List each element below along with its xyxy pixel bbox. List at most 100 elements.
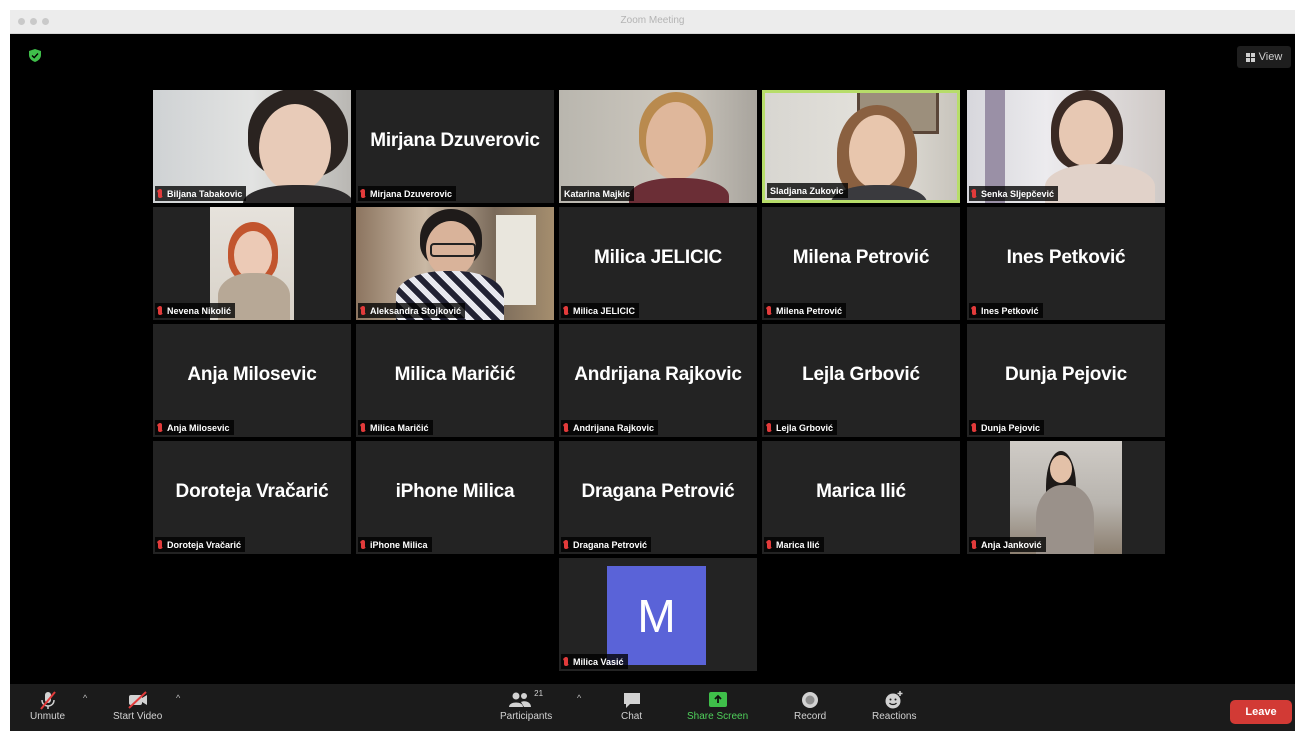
participant-display-name: Anja Milosevic [187, 364, 317, 385]
participant-tile[interactable]: Marica Ilić Marica Ilić [762, 441, 960, 554]
participant-name-label: Anja Milosevic [155, 420, 234, 435]
participant-name: Biljana Tabakovic [167, 188, 243, 199]
chat-button[interactable]: Chat [621, 689, 642, 722]
participant-tile[interactable]: Milena Petrović Milena Petrović [762, 207, 960, 320]
mic-muted-icon [972, 540, 976, 549]
record-label: Record [794, 711, 827, 722]
participant-display-name: Dragana Petrović [581, 481, 735, 502]
participant-name: Senka Sljepčević [981, 188, 1055, 199]
participant-display-name: Milena Petrović [792, 247, 930, 268]
participants-count: 21 [534, 689, 544, 698]
unmute-label: Unmute [30, 711, 66, 722]
mic-muted-icon [564, 306, 568, 315]
chat-bubble-icon [623, 693, 640, 708]
mic-muted-icon [564, 423, 568, 432]
share-screen-button[interactable]: Share Screen [687, 689, 748, 722]
mic-muted-icon [158, 423, 162, 432]
participant-tile[interactable]: Milica JELICIC Milica JELICIC [559, 207, 757, 320]
participant-name: Dunja Pejovic [981, 422, 1041, 433]
participants-button[interactable]: 21 Participants [500, 689, 552, 722]
participant-name-label: Dunja Pejovic [969, 420, 1045, 435]
reactions-button[interactable]: Reactions [872, 689, 916, 722]
shield-icon[interactable] [29, 49, 41, 62]
participant-tile[interactable]: Lejla Grbović Lejla Grbović [762, 324, 960, 437]
mic-muted-icon [158, 540, 162, 549]
participant-name: Sladjana Zukovic [770, 185, 844, 196]
participant-tile[interactable]: Doroteja Vračarić Doroteja Vračarić [153, 441, 351, 554]
participant-name: Milica Vasić [573, 656, 624, 667]
participant-display-name: Milica JELICIC [593, 247, 723, 268]
audio-options-chevron-up-icon[interactable]: ^ [83, 693, 87, 703]
participant-name-label: Katarina Majkic [561, 186, 635, 201]
share-screen-label: Share Screen [687, 711, 749, 722]
participants-icon [509, 692, 532, 707]
unmute-button[interactable]: Unmute [30, 689, 65, 722]
participant-name: Milena Petrović [776, 305, 843, 316]
participant-name-label: Anja Janković [969, 537, 1046, 552]
participant-name: Katarina Majkic [564, 188, 631, 199]
video-options-chevron-up-icon[interactable]: ^ [176, 693, 180, 703]
participant-name-label: Biljana Tabakovic [155, 186, 247, 201]
participant-name: Andrijana Rajkovic [573, 422, 655, 433]
participants-options-chevron-up-icon[interactable]: ^ [577, 693, 581, 703]
participant-tile[interactable]: Anja Milosevic Anja Milosevic [153, 324, 351, 437]
participant-tile[interactable]: Ines Petković Ines Petković [967, 207, 1165, 320]
participant-tile[interactable]: Dunja Pejovic Dunja Pejovic [967, 324, 1165, 437]
participant-name: Ines Petković [981, 305, 1039, 316]
participant-tile[interactable]: Anja Janković [967, 441, 1165, 554]
participant-name-label: Milena Petrović [764, 303, 847, 318]
participant-name-label: Dragana Petrović [561, 537, 652, 552]
participants-label: Participants [500, 711, 553, 722]
mic-muted-icon [158, 189, 162, 198]
participant-tile[interactable]: Aleksandra Stojković [356, 207, 554, 320]
participant-display-name: Mirjana Dzuverovic [370, 130, 540, 151]
participant-name-label: Sladjana Zukovic [767, 183, 848, 198]
record-button[interactable]: Record [794, 689, 826, 722]
start-video-button[interactable]: Start Video [113, 689, 162, 722]
participant-tile[interactable]: Senka Sljepčević [967, 90, 1165, 203]
participant-tile[interactable]: M Milica Vasić [559, 558, 757, 671]
mic-muted-icon [361, 540, 365, 549]
window-title: Zoom Meeting [620, 15, 685, 26]
participant-name: Nevena Nikolić [167, 305, 232, 316]
participant-name-label: Lejla Grbović [764, 420, 838, 435]
participant-name-label: Aleksandra Stojković [358, 303, 466, 318]
participant-tile[interactable]: Nevena Nikolić [153, 207, 351, 320]
meeting-stage: View Biljana Tabakovic Mirjana Dzuverovi… [10, 34, 1295, 684]
participant-display-name: Lejla Grbović [802, 364, 920, 385]
participant-tile[interactable]: Milica Maričić Milica Maričić [356, 324, 554, 437]
mic-muted-icon [564, 657, 568, 666]
participant-display-name: Milica Maričić [394, 364, 516, 385]
view-button[interactable]: View [1237, 46, 1291, 68]
participant-name: Aleksandra Stojković [370, 305, 462, 316]
mic-muted-icon [361, 423, 365, 432]
start-video-label: Start Video [113, 711, 163, 722]
participant-tile[interactable]: Biljana Tabakovic [153, 90, 351, 203]
participant-tile[interactable]: Mirjana Dzuverovic Mirjana Dzuverovic [356, 90, 554, 203]
leave-button[interactable]: Leave [1230, 700, 1292, 724]
mic-muted-icon [972, 189, 976, 198]
mic-muted-icon [158, 306, 162, 315]
participant-display-name: Andrijana Rajkovic [574, 364, 742, 385]
participant-tile-active-speaker[interactable]: Sladjana Zukovic [762, 90, 960, 203]
participant-tile[interactable]: iPhone Milica iPhone Milica [356, 441, 554, 554]
participant-name: Doroteja Vračarić [167, 539, 242, 550]
participant-display-name: Doroteja Vračarić [175, 481, 329, 502]
share-screen-icon [708, 692, 727, 707]
participant-name-label: Milica JELICIC [561, 303, 640, 318]
mic-muted-icon [972, 423, 976, 432]
participant-name: Lejla Grbović [776, 422, 834, 433]
reactions-smiley-icon [885, 691, 903, 709]
participant-display-name: iPhone Milica [395, 481, 515, 502]
video-camera-off-icon [127, 691, 147, 709]
mic-muted-icon [767, 423, 771, 432]
participant-avatar: M [607, 566, 706, 665]
mic-muted-icon [972, 306, 976, 315]
participant-tile[interactable]: Katarina Majkic [559, 90, 757, 203]
participant-tile[interactable]: Andrijana Rajkovic Andrijana Rajkovic [559, 324, 757, 437]
window-title-bar: Zoom Meeting [10, 10, 1295, 34]
meeting-toolbar: Unmute ^ Start Video ^ 21 Participants ^ [10, 684, 1295, 731]
participant-tile[interactable]: Dragana Petrović Dragana Petrović [559, 441, 757, 554]
participant-name: iPhone Milica [370, 539, 428, 550]
participant-name-label: iPhone Milica [358, 537, 432, 552]
